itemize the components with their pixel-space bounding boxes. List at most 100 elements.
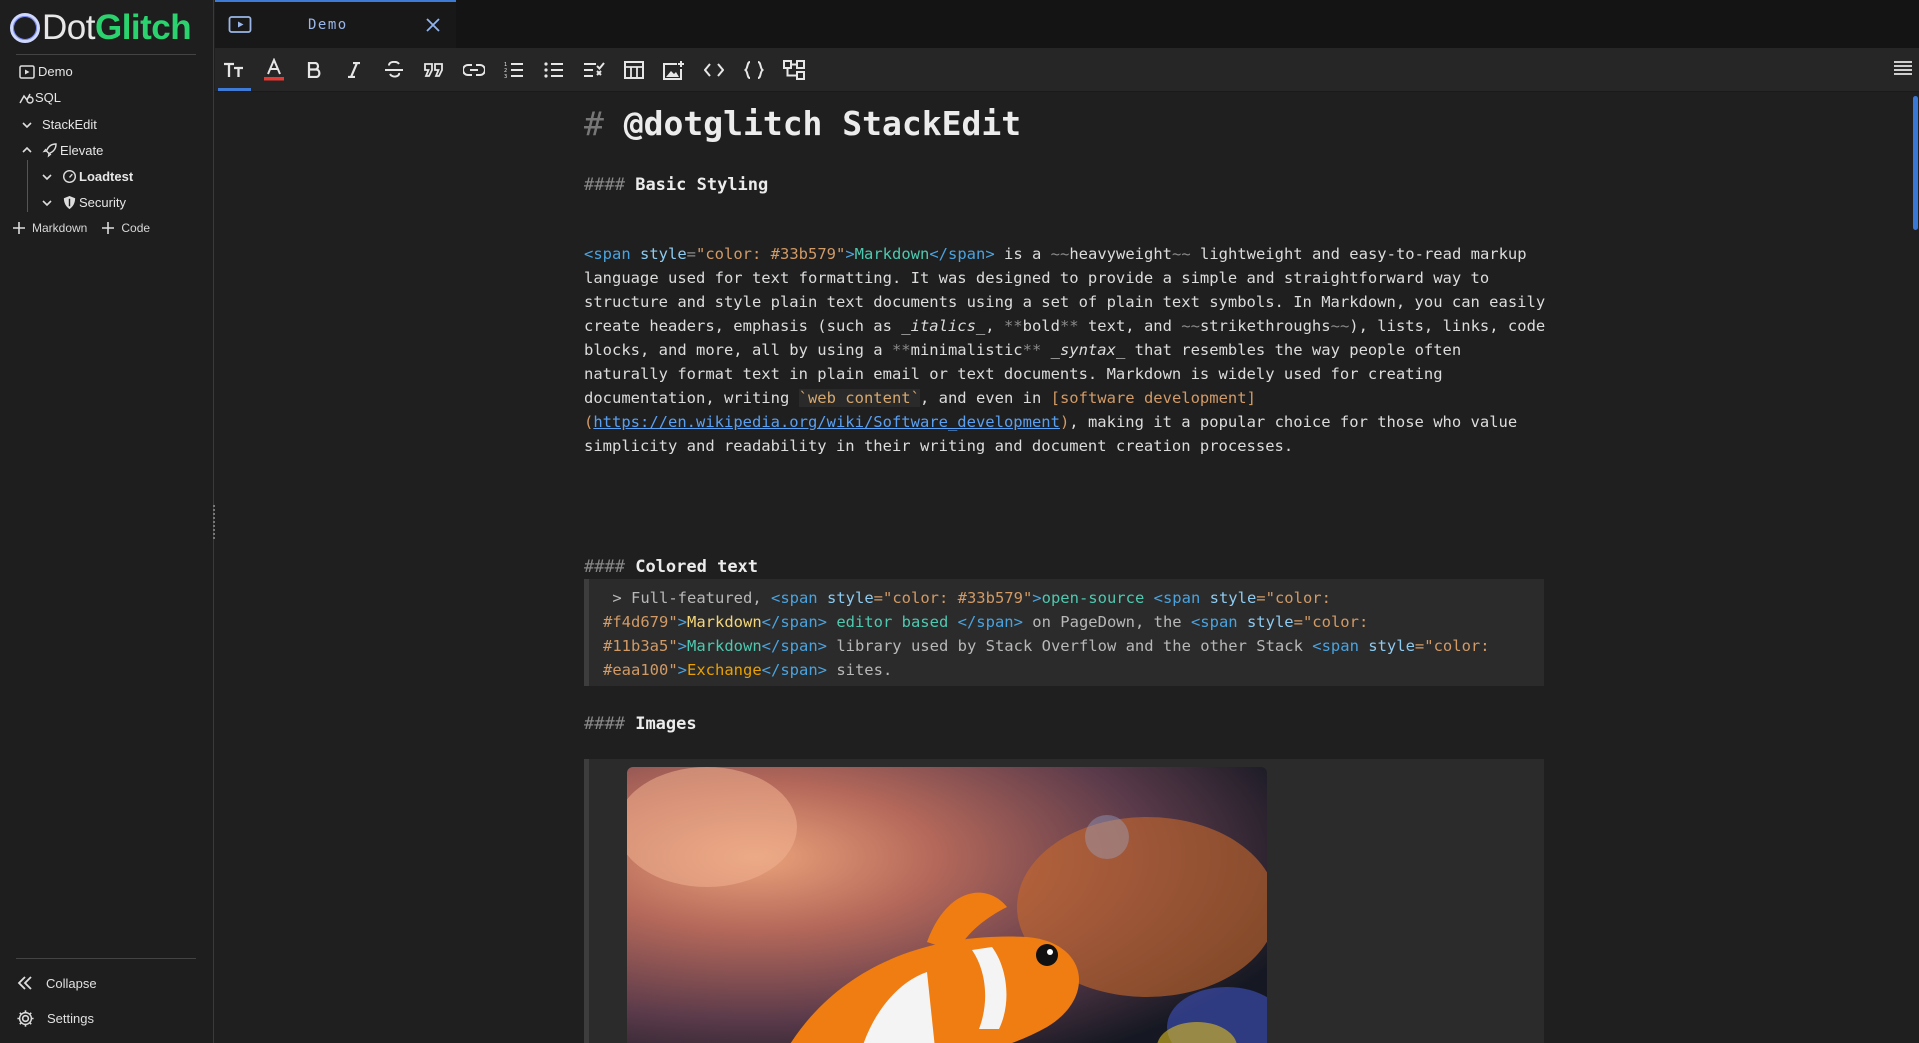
html-tag: <span [770,589,818,607]
italic-button[interactable] [341,57,367,83]
add-code-label: Code [121,221,151,235]
sidebar-item-label: Elevate [60,142,104,158]
quote-button[interactable] [421,57,447,83]
toolbar-menu-button[interactable] [1893,60,1913,81]
sql-icon [19,93,34,104]
html-tag: <span [1312,637,1359,655]
rocket-icon [42,143,57,158]
heading-1-text: @dotglitch StackEdit [623,104,1022,143]
ordered-list-icon: 123 [504,62,523,79]
colored-text: Exchange [687,661,762,679]
html-attr: style [1200,589,1257,607]
html-tag: </span> [929,245,995,263]
inline-code-button[interactable] [701,57,727,83]
sidebar-item-stackedit[interactable]: StackEdit [20,117,97,132]
logo-ring-icon [10,13,40,43]
heading-text: Basic Styling [635,175,769,195]
add-code-button[interactable]: Code [101,221,150,235]
bold-text: bold [1022,317,1060,335]
diagram-button[interactable] [781,57,807,83]
heading-marker: #### [584,557,625,577]
plus-icon [102,222,115,234]
chevron-down-icon [22,121,32,128]
colored-text: Markdown [687,613,762,631]
app-window: Dot Glitch Demo SQL StackEdit Elevate Loa… [0,0,1919,1043]
bullet-list-button[interactable] [541,57,567,83]
image-block [584,759,1544,1043]
heading-basic-styling: #### Basic Styling [584,173,768,197]
html-tag: > [845,245,855,263]
text-segment: strikethroughs [1199,317,1331,335]
text-segment: sites. [826,661,893,679]
tab-title: Demo [308,17,348,33]
bold-text: minimalistic [910,341,1023,359]
html-tag: > [677,637,687,655]
add-markdown-button[interactable]: Markdown [12,221,87,235]
sidebar-item-loadtest[interactable]: Loadtest [40,169,133,184]
heading-marker: # [584,104,604,143]
italic-icon [348,62,360,78]
strikethrough-button[interactable] [381,57,407,83]
inline-code: `web content` [798,389,920,407]
html-tag: > [1032,589,1042,607]
bullet-list-icon [544,62,563,78]
link-bracket: ) [1059,413,1070,431]
image-button[interactable] [661,57,687,83]
logo-text-glitch: Glitch [94,8,192,47]
html-tag: > [677,661,687,679]
html-string: "color: #33b579" [696,245,846,263]
tab-demo[interactable]: Demo [215,0,456,48]
close-icon[interactable] [424,16,442,34]
add-row: Markdown Code [12,221,160,235]
sidebar-item-label: Security [79,195,126,210]
clownfish-image[interactable] [627,767,1267,1043]
sidebar-item-sql[interactable]: SQL [19,90,61,105]
ordered-list-button[interactable]: 123 [501,57,527,83]
markdown-editor[interactable]: # @dotglitch StackEdit #### Basic Stylin… [215,92,1919,1043]
sidebar-item-demo[interactable]: Demo [19,64,73,79]
svg-text:3: 3 [504,74,507,79]
blockquote: > Full-featured, <span style="color: #33… [584,579,1544,686]
link-icon [463,64,485,76]
heading-marker: #### [584,714,625,734]
chevron-down-icon [42,173,52,180]
sidebar-item-security[interactable]: Security [40,195,126,210]
html-string: ="color: #33b579" [873,589,1033,607]
menu-icon [1894,61,1912,75]
sidebar: Dot Glitch Demo SQL StackEdit Elevate Loa… [0,0,214,1043]
sidebar-item-elevate[interactable]: Elevate [20,142,103,158]
table-button[interactable] [621,57,647,83]
strike-marker: ~~ [1330,317,1350,335]
bold-marker: ** [1022,341,1042,359]
settings-button[interactable]: Settings [16,1009,94,1028]
bold-button[interactable] [301,57,327,83]
logo: Dot Glitch [10,8,192,48]
italic-text: _italics_ [901,317,986,335]
bold-marker: ** [1003,317,1023,335]
bold-marker: ** [891,341,911,359]
text-segment: = [686,245,697,263]
text-size-button[interactable] [221,57,247,83]
link-button[interactable] [461,57,487,83]
strike-marker: ~~ [1050,245,1070,263]
quote-icon [424,63,443,77]
checklist-button[interactable] [581,57,607,83]
chevron-up-icon [22,146,32,153]
html-attr: style [1237,613,1294,631]
text-color-button[interactable] [261,57,287,83]
preview-icon [228,16,252,33]
gear-icon [17,1010,34,1027]
italic-text: _syntax_ [1050,341,1126,359]
heading-text: Images [635,714,697,734]
plus-icon [13,222,25,234]
code-block-button[interactable] [741,57,767,83]
sidebar-item-label: Loadtest [79,169,134,184]
colored-text: Markdown [854,245,930,263]
link-url[interactable]: https://en.wikipedia.org/wiki/Software_d… [593,413,1060,431]
html-attr: style [1358,637,1415,655]
strike-marker: ~~ [1181,317,1200,335]
collapse-button[interactable]: Collapse [16,974,97,992]
scrollbar-thumb[interactable] [1913,96,1918,230]
editor-scrollbar[interactable] [1911,92,1919,1043]
colored-text: editor based [826,613,958,631]
